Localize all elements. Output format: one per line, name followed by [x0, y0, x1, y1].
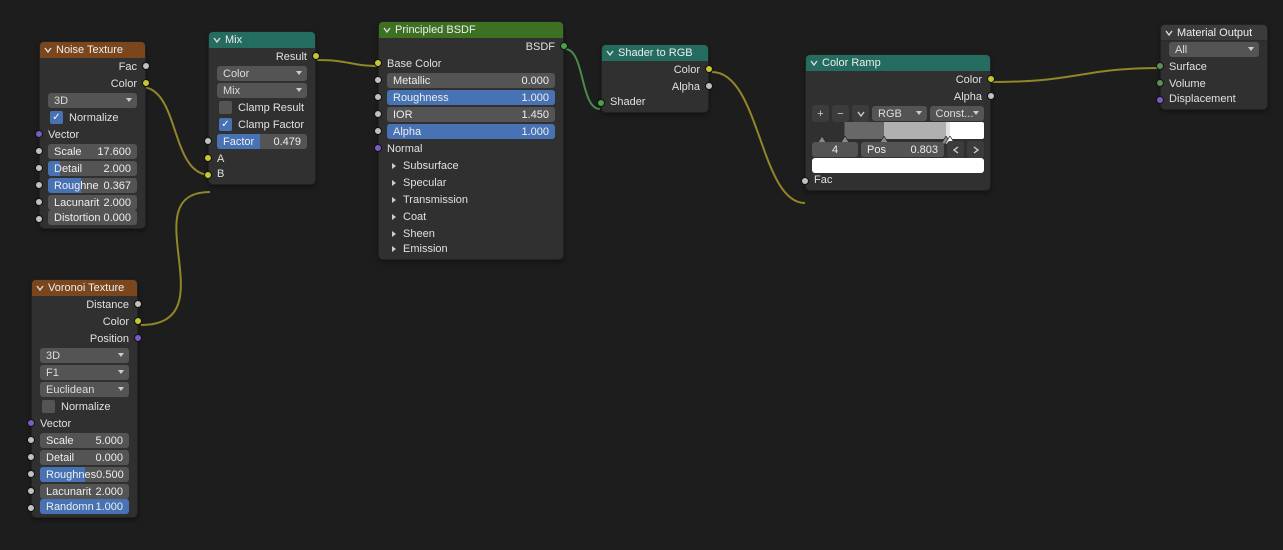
- input-a: A: [217, 153, 224, 165]
- chevron-down-icon: [1165, 29, 1173, 37]
- output-bsdf: BSDF: [526, 41, 555, 53]
- input-surface: Surface: [1169, 61, 1207, 73]
- mix-clamp-result-check[interactable]: Clamp Result: [217, 101, 304, 114]
- voronoi-metric-select[interactable]: Euclidean: [40, 382, 129, 397]
- noise-normalize-check[interactable]: Normalize: [48, 111, 119, 124]
- output-color: Color: [956, 74, 982, 86]
- ramp-mode-select[interactable]: RGB: [872, 106, 927, 121]
- node-title: Color Ramp: [822, 57, 881, 69]
- noise-roughness[interactable]: Roughne0.367: [48, 178, 137, 193]
- noise-lacunarity[interactable]: Lacunarit2.000: [48, 195, 137, 210]
- node-title: Voronoi Texture: [48, 282, 124, 294]
- output-color: Color: [103, 316, 129, 328]
- expand-sheen[interactable]: Sheen: [379, 225, 563, 242]
- node-header[interactable]: Voronoi Texture: [32, 280, 137, 296]
- node-header[interactable]: Shader to RGB: [602, 45, 708, 61]
- node-title: Principled BSDF: [395, 24, 476, 36]
- voronoi-lacunarity[interactable]: Lacunarit2.000: [40, 484, 129, 499]
- output-target-select[interactable]: All: [1169, 42, 1259, 57]
- expand-coat[interactable]: Coat: [379, 208, 563, 225]
- voronoi-dim-select[interactable]: 3D: [40, 348, 129, 363]
- output-fac: Fac: [119, 61, 137, 73]
- bsdf-ior[interactable]: IOR1.450: [387, 107, 555, 122]
- ramp-prev-button[interactable]: [947, 141, 964, 158]
- mix-clamp-factor-check[interactable]: Clamp Factor: [217, 118, 304, 131]
- voronoi-detail[interactable]: Detail0.000: [40, 450, 129, 465]
- ramp-next-button[interactable]: [967, 141, 984, 158]
- node-shader-to-rgb[interactable]: Shader to RGB Color Alpha Shader: [601, 44, 709, 113]
- input-normal: Normal: [387, 143, 422, 155]
- node-title: Material Output: [1177, 27, 1252, 39]
- chevron-down-icon: [606, 49, 614, 57]
- ramp-remove-button[interactable]: −: [832, 105, 849, 122]
- node-title: Shader to RGB: [618, 47, 693, 59]
- expand-transmission[interactable]: Transmission: [379, 191, 563, 208]
- noise-detail[interactable]: Detail2.000: [48, 161, 137, 176]
- ramp-add-button[interactable]: +: [812, 105, 829, 122]
- node-voronoi-texture[interactable]: Voronoi Texture Distance Color Position …: [31, 279, 138, 518]
- node-color-ramp[interactable]: Color Ramp Color Alpha + − RGB Const... …: [805, 54, 991, 191]
- node-material-output[interactable]: Material Output All Surface Volume Displ…: [1160, 24, 1268, 110]
- input-b: B: [217, 168, 224, 180]
- voronoi-normalize-check[interactable]: Normalize: [40, 400, 111, 413]
- ramp-menu-button[interactable]: [852, 105, 869, 122]
- voronoi-randomness[interactable]: Randomn1.000: [40, 499, 129, 514]
- input-base-color: Base Color: [387, 58, 441, 70]
- input-volume: Volume: [1169, 78, 1206, 90]
- ramp-index[interactable]: 4: [812, 142, 858, 157]
- node-principled-bsdf[interactable]: Principled BSDF BSDF Base Color Metallic…: [378, 21, 564, 260]
- mix-type-select[interactable]: Color: [217, 66, 307, 81]
- input-shader: Shader: [610, 96, 645, 108]
- output-result: Result: [276, 51, 307, 63]
- input-vector: Vector: [40, 418, 71, 430]
- input-vector: Vector: [48, 129, 79, 141]
- node-title: Noise Texture: [56, 44, 123, 56]
- ramp-gradient[interactable]: [812, 122, 984, 139]
- output-color: Color: [674, 64, 700, 76]
- expand-specular[interactable]: Specular: [379, 174, 563, 191]
- voronoi-roughness[interactable]: Roughnes0.500: [40, 467, 129, 482]
- node-title: Mix: [225, 34, 242, 46]
- chevron-down-icon: [810, 59, 818, 67]
- bsdf-metallic[interactable]: Metallic0.000: [387, 73, 555, 88]
- ramp-color-swatch[interactable]: [812, 158, 984, 173]
- mix-factor[interactable]: Factor0.479: [217, 134, 307, 149]
- node-header[interactable]: Mix: [209, 32, 315, 48]
- output-distance: Distance: [86, 299, 129, 311]
- mix-blend-select[interactable]: Mix: [217, 83, 307, 98]
- node-header[interactable]: Noise Texture: [40, 42, 145, 58]
- chevron-down-icon: [36, 284, 44, 292]
- node-mix[interactable]: Mix Result Color Mix Clamp Result Clamp …: [208, 31, 316, 185]
- chevron-down-icon: [44, 46, 52, 54]
- node-header[interactable]: Material Output: [1161, 25, 1267, 41]
- noise-dim-select[interactable]: 3D: [48, 93, 137, 108]
- output-alpha: Alpha: [672, 81, 700, 93]
- bsdf-roughness[interactable]: Roughness1.000: [387, 90, 555, 105]
- input-fac: Fac: [814, 174, 832, 186]
- voronoi-scale[interactable]: Scale5.000: [40, 433, 129, 448]
- input-displacement: Displacement: [1169, 93, 1236, 105]
- output-alpha: Alpha: [954, 91, 982, 103]
- expand-emission[interactable]: Emission: [379, 242, 563, 259]
- bsdf-alpha[interactable]: Alpha1.000: [387, 124, 555, 139]
- noise-scale[interactable]: Scale17.600: [48, 144, 137, 159]
- node-header[interactable]: Principled BSDF: [379, 22, 563, 38]
- expand-subsurface[interactable]: Subsurface: [379, 157, 563, 174]
- node-noise-texture[interactable]: Noise Texture Fac Color 3D Normalize Vec…: [39, 41, 146, 229]
- output-color: Color: [111, 78, 137, 90]
- node-header[interactable]: Color Ramp: [806, 55, 990, 71]
- output-position: Position: [90, 333, 129, 345]
- voronoi-feature-select[interactable]: F1: [40, 365, 129, 380]
- chevron-down-icon: [213, 36, 221, 44]
- chevron-down-icon: [383, 26, 391, 34]
- ramp-interp-select[interactable]: Const...: [930, 106, 985, 121]
- ramp-pos[interactable]: Pos0.803: [861, 142, 944, 157]
- noise-distortion[interactable]: Distortion0.000: [48, 210, 137, 225]
